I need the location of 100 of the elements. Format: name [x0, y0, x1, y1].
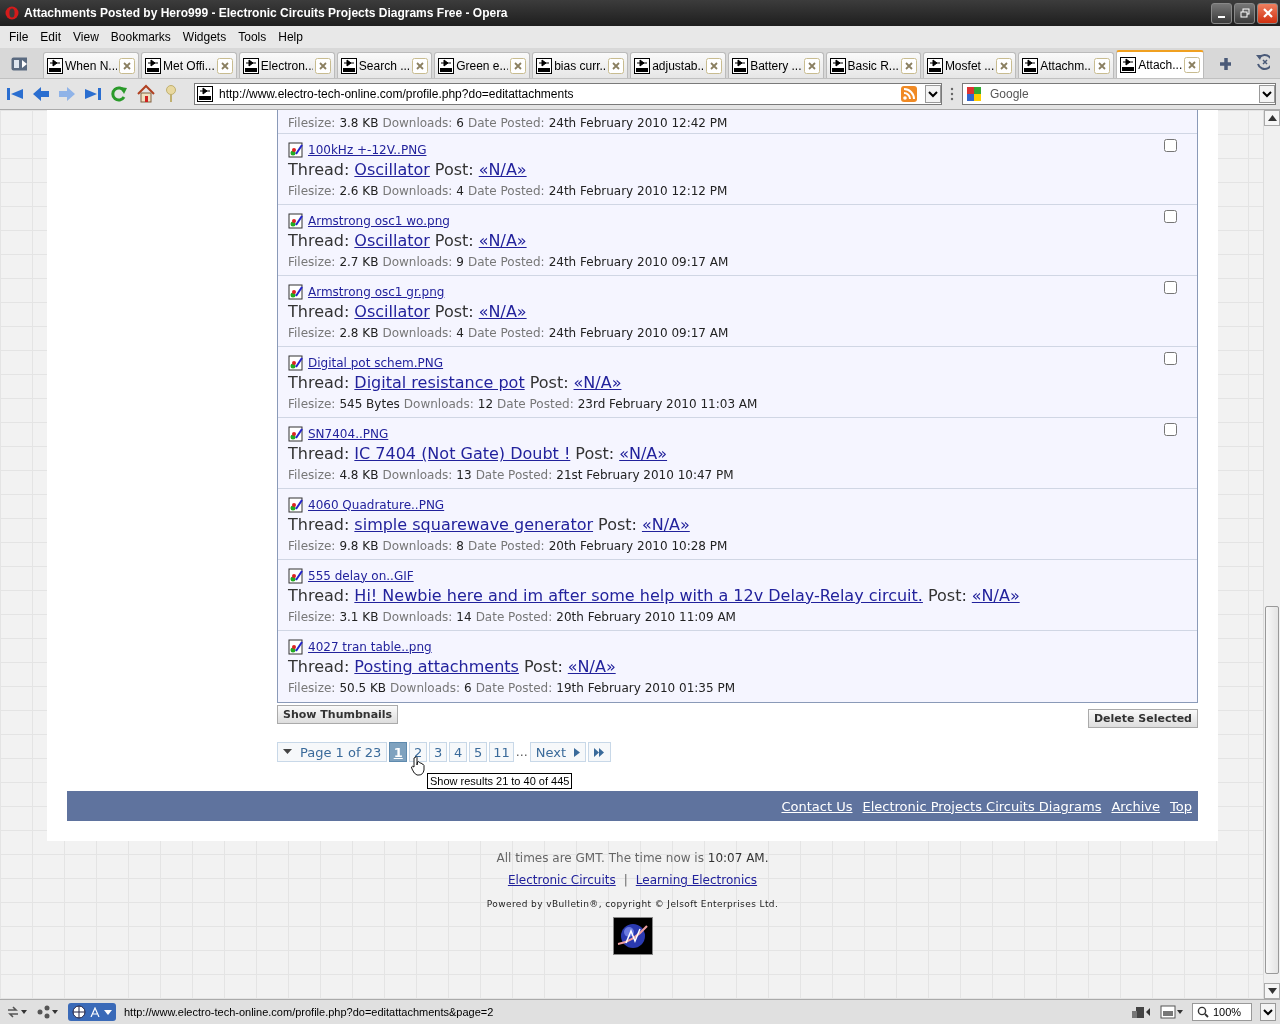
close-tab-icon[interactable]: [1184, 57, 1201, 73]
undo-close-icon[interactable]: [1254, 52, 1270, 72]
reload-icon[interactable]: [110, 85, 128, 103]
browser-tab[interactable]: Met Offi...: [141, 52, 237, 78]
browser-tab[interactable]: When N...: [43, 52, 139, 78]
menu-item[interactable]: Help: [272, 30, 309, 44]
zoom-field[interactable]: 100%: [1192, 1003, 1252, 1021]
browser-tab[interactable]: Green e...: [434, 52, 531, 78]
thread-link[interactable]: Oscillator: [354, 160, 430, 179]
minimize-button[interactable]: [1211, 2, 1232, 24]
footer-link[interactable]: Top: [1170, 798, 1192, 814]
browser-tab[interactable]: Electron...: [238, 52, 335, 78]
attachment-link[interactable]: Armstrong osc1 gr.png: [308, 284, 445, 299]
scroll-down-button[interactable]: [1264, 983, 1280, 999]
thread-link[interactable]: Oscillator: [354, 231, 430, 250]
close-tab-icon[interactable]: [314, 57, 331, 74]
address-field[interactable]: http://www.electro-tech-online.com/profile.php?do=editattachments: [194, 83, 942, 105]
close-tab-icon[interactable]: [706, 57, 723, 74]
select-checkbox[interactable]: [1164, 139, 1177, 152]
page-link[interactable]: 2: [409, 742, 428, 762]
page-link[interactable]: 3: [429, 742, 448, 762]
browser-tab[interactable]: Mosfet ...: [922, 52, 1017, 78]
attachment-link[interactable]: SN7404..PNG: [308, 426, 389, 441]
menu-item[interactable]: Widgets: [176, 30, 233, 44]
page-link[interactable]: 5: [469, 742, 488, 762]
last-page-link[interactable]: [588, 742, 612, 762]
globe-logo-icon[interactable]: [612, 917, 653, 955]
next-page-link[interactable]: Next: [529, 742, 587, 762]
back-icon[interactable]: [32, 86, 50, 102]
footer-link[interactable]: Electronic Projects Circuits Diagrams: [862, 798, 1102, 814]
browser-tab[interactable]: adjustab...: [630, 52, 727, 78]
fast-forward-icon[interactable]: [84, 86, 102, 102]
search-bar[interactable]: Google: [962, 83, 1276, 105]
site-link[interactable]: Electronic Circuits: [507, 873, 616, 887]
image-icon[interactable]: [1160, 1005, 1184, 1019]
page-link[interactable]: 4: [449, 742, 468, 762]
close-tab-icon[interactable]: [412, 57, 429, 74]
post-link[interactable]: «N/A»: [478, 231, 527, 250]
close-tab-icon[interactable]: [216, 57, 233, 74]
menu-item[interactable]: Tools: [232, 30, 273, 44]
view-mode-button[interactable]: [68, 1003, 116, 1021]
new-tab-icon[interactable]: [1218, 56, 1231, 72]
attachment-link[interactable]: 4027 tran table..png: [308, 639, 432, 654]
close-tab-icon[interactable]: [996, 57, 1013, 74]
attachment-link[interactable]: 555 delay on..GIF: [308, 568, 414, 583]
post-link[interactable]: «N/A»: [971, 586, 1020, 605]
menu-item[interactable]: File: [3, 30, 35, 44]
select-checkbox[interactable]: [1164, 423, 1177, 436]
site-link[interactable]: Learning Electronics: [635, 873, 758, 887]
close-tab-icon[interactable]: [119, 57, 135, 74]
post-link[interactable]: «N/A»: [478, 160, 527, 179]
thread-link[interactable]: Oscillator: [354, 302, 430, 321]
close-tab-icon[interactable]: [803, 57, 820, 74]
post-link[interactable]: «N/A»: [567, 657, 616, 676]
footer-link[interactable]: Contact Us: [781, 798, 853, 814]
sync-icon[interactable]: [6, 1005, 28, 1019]
scroll-up-button[interactable]: [1264, 110, 1280, 126]
close-tab-icon[interactable]: [510, 57, 527, 74]
close-tab-icon[interactable]: [608, 57, 625, 74]
select-checkbox[interactable]: [1164, 281, 1177, 294]
browser-tab[interactable]: Battery ...: [728, 52, 824, 78]
select-checkbox[interactable]: [1164, 352, 1177, 365]
post-link[interactable]: «N/A»: [641, 515, 690, 534]
browser-tab[interactable]: bias curr...: [532, 52, 629, 78]
rewind-icon[interactable]: [6, 86, 24, 102]
show-thumbnails-button[interactable]: Show Thumbnails: [277, 705, 399, 724]
thread-link[interactable]: Hi! Newbie here and im after some help with a 12v Delay-Relay circuit.: [354, 586, 923, 605]
browser-tab[interactable]: Attach...: [1116, 50, 1205, 78]
menu-item[interactable]: Edit: [34, 30, 68, 44]
post-link[interactable]: «N/A»: [573, 373, 622, 392]
rss-feed-icon[interactable]: [901, 86, 917, 102]
home-icon[interactable]: [136, 84, 156, 104]
attachment-link[interactable]: Armstrong osc1 wo.png: [308, 213, 450, 228]
menu-item[interactable]: View: [67, 30, 105, 44]
post-link[interactable]: «N/A»: [619, 444, 668, 463]
attachment-link[interactable]: 100kHz +-12V..PNG: [308, 142, 427, 157]
browser-tab[interactable]: Attachm...: [1018, 52, 1115, 78]
close-button[interactable]: [1257, 2, 1278, 24]
browser-tab[interactable]: Basic R...: [825, 52, 921, 78]
attachment-link[interactable]: Digital pot schem.PNG: [308, 355, 444, 370]
vertical-scrollbar[interactable]: [1263, 110, 1280, 999]
close-tab-icon[interactable]: [900, 57, 917, 74]
attachment-link[interactable]: 4060 Quadrature..PNG: [308, 497, 445, 512]
thread-link[interactable]: Digital resistance pot: [354, 373, 525, 392]
thread-link[interactable]: Posting attachments: [354, 657, 519, 676]
delete-selected-button[interactable]: Delete Selected: [1087, 709, 1198, 728]
thread-link[interactable]: simple squarewave generator: [354, 515, 594, 534]
scrollbar-thumb[interactable]: [1265, 605, 1279, 975]
footer-link[interactable]: Archive: [1111, 798, 1161, 814]
menu-item[interactable]: Bookmarks: [104, 30, 177, 44]
post-link[interactable]: «N/A»: [478, 302, 527, 321]
restore-button[interactable]: [1234, 2, 1255, 24]
browser-tab[interactable]: Search ...: [336, 52, 433, 78]
share-icon[interactable]: [36, 1005, 60, 1019]
thread-link[interactable]: IC 7404 (Not Gate) Doubt !: [354, 444, 571, 463]
page-link[interactable]: 11: [489, 742, 514, 762]
panel-icon[interactable]: [1130, 1005, 1152, 1019]
select-checkbox[interactable]: [1164, 210, 1177, 223]
close-tab-icon[interactable]: [1094, 57, 1111, 74]
page-menu-button[interactable]: Page 1 of 23: [277, 742, 388, 762]
